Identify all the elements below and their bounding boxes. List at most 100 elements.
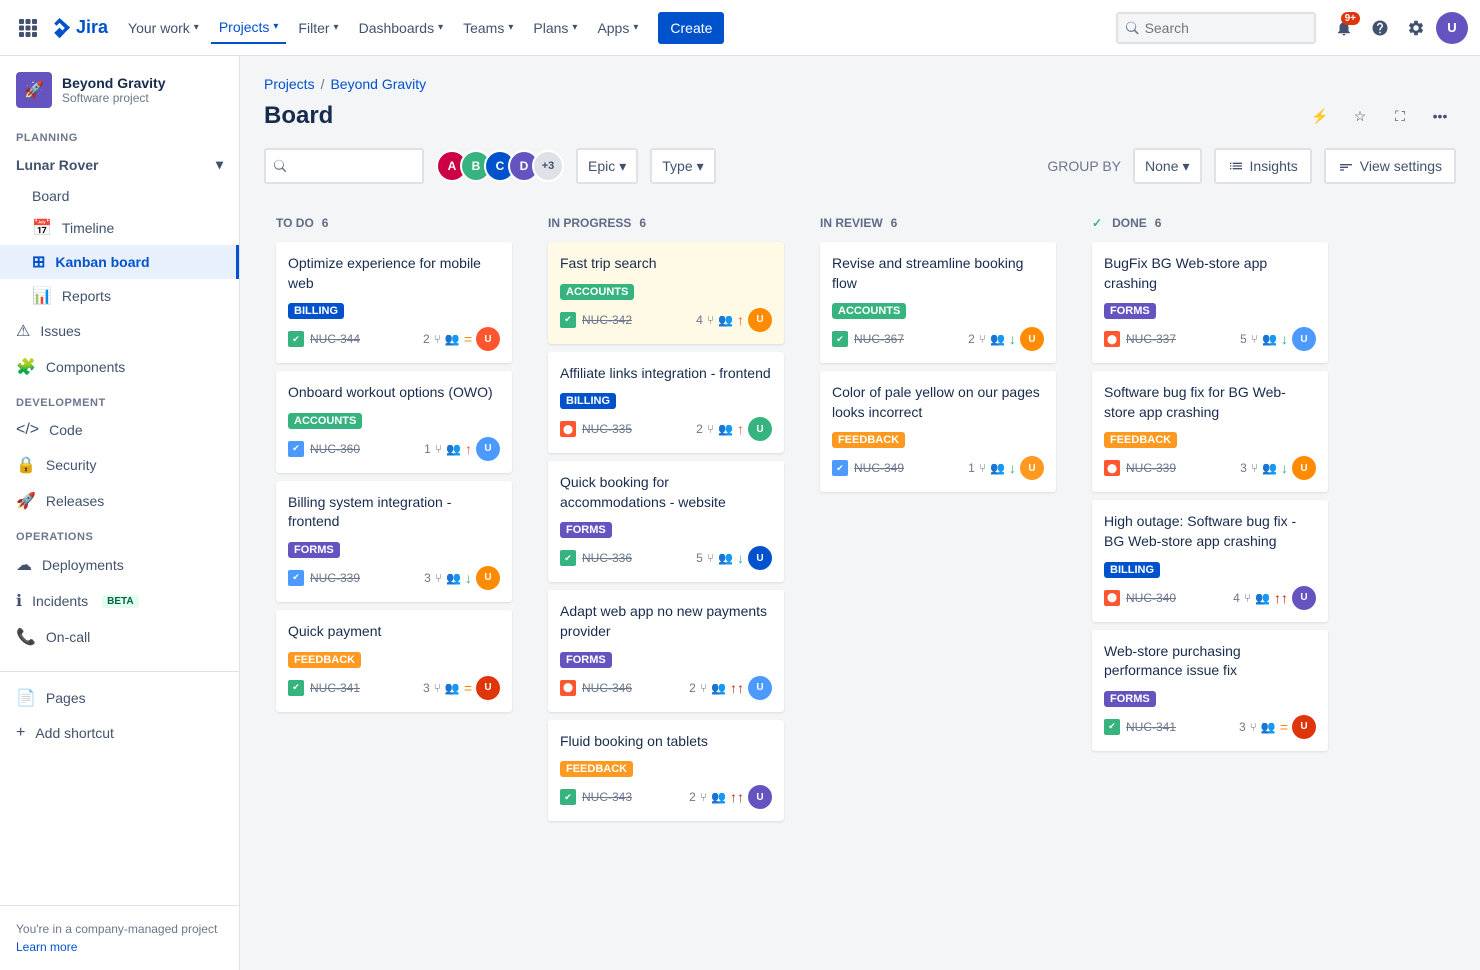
kanban-card[interactable]: BugFix BG Web-store app crashing FORMS ⬤… [1092,242,1328,363]
nav-teams[interactable]: Teams ▾ [455,12,521,44]
kanban-card[interactable]: Adapt web app no new payments provider F… [548,590,784,711]
kanban-card[interactable]: Quick payment FEEDBACK ✔ NUC-341 3 ⑂ 👥 =… [276,610,512,712]
priority-icon: ↑↑ [730,789,744,805]
kanban-card[interactable]: Web-store purchasing performance issue f… [1092,630,1328,751]
people-icon: 👥 [718,313,733,327]
kanban-card[interactable]: Color of pale yellow on our pages looks … [820,371,1056,492]
lightning-icon[interactable]: ⚡ [1304,100,1336,132]
kanban-card[interactable]: Affiliate links integration - frontend B… [548,352,784,454]
view-settings-button[interactable]: View settings [1324,148,1456,184]
card-title: Adapt web app no new payments provider [560,602,772,641]
card-title: Billing system integration - frontend [288,493,500,532]
card-tag: BILLING [560,393,616,409]
project-icon: 🚀 [16,72,52,108]
priority-icon: ↑↑ [730,680,744,696]
breadcrumb-project[interactable]: Beyond Gravity [330,76,426,92]
sidebar-kanban[interactable]: ⊞ Kanban board [0,245,239,279]
card-num: 5 [696,551,703,565]
kanban-card[interactable]: Quick booking for accommodations - websi… [548,461,784,582]
settings-button[interactable] [1400,12,1432,44]
nav-apps[interactable]: Apps ▾ [589,12,646,44]
card-tag: FORMS [288,542,340,558]
board-title: Board [264,102,333,130]
breadcrumb-projects[interactable]: Projects [264,76,315,92]
kanban-card[interactable]: Software bug fix for BG Web-store app cr… [1092,371,1328,492]
sidebar-bottom: You're in a company-managed project Lear… [0,905,239,970]
nav-plans[interactable]: Plans ▾ [525,12,585,44]
sidebar-security[interactable]: 🔒 Security [0,447,239,483]
sidebar-issues[interactable]: ⚠ Issues [0,313,239,349]
sidebar-pages[interactable]: 📄 Pages [0,680,239,716]
col-header-inprogress: IN PROGRESS 6 [548,216,784,230]
branch-icon: ⑂ [1251,332,1258,346]
sidebar-releases[interactable]: 🚀 Releases [0,483,239,519]
sidebar-oncall[interactable]: 📞 On-call [0,619,239,655]
avatar-filter[interactable]: A B C D +3 [436,150,564,182]
card-assignee-avatar: U [1292,715,1316,739]
issue-id: NUC-342 [582,313,632,327]
branch-icon: ⑂ [707,313,714,327]
issue-type-icon: ✔ [288,441,304,457]
card-meta: 5 ⑂ 👥 ↓ U [1240,327,1316,351]
notifications-button[interactable]: 9+ [1328,12,1360,44]
card-meta: 3 ⑂ 👥 ↓ U [424,566,500,590]
sidebar-components[interactable]: 🧩 Components [0,349,239,385]
epic-dropdown[interactable]: Epic ▾ [576,148,638,184]
card-meta: 3 ⑂ 👥 = U [1239,715,1316,739]
kanban-card[interactable]: Fast trip search ACCOUNTS ✔ NUC-342 4 ⑂ … [548,242,784,344]
help-button[interactable] [1364,12,1396,44]
kanban-card[interactable]: Revise and streamline booking flow ACCOU… [820,242,1056,363]
priority-icon: ↓ [1281,460,1288,476]
nav-projects[interactable]: Projects ▾ [211,12,287,44]
sidebar-code[interactable]: </> Code [0,413,239,447]
card-footer: ⬤ NUC-335 2 ⑂ 👥 ↑ U [560,417,772,441]
user-avatar[interactable]: U [1436,12,1468,44]
apps-grid-icon[interactable] [12,12,44,44]
card-tag: ACCOUNTS [288,413,362,429]
search-input[interactable] [1145,20,1306,36]
fullscreen-icon[interactable]: ⛶ [1384,100,1416,132]
col-count: 6 [322,216,329,230]
kanban-column-todo: TO DO 6 Optimize experience for mobile w… [264,204,524,732]
sidebar-lunar-rover[interactable]: Lunar Rover ▾ [0,148,239,181]
kanban-column-done: ✓ DONE 6 BugFix BG Web-store app crashin… [1080,204,1340,771]
col-title: IN REVIEW [820,216,883,230]
board-search[interactable] [264,148,424,184]
sidebar-incidents[interactable]: ℹ Incidents BETA [0,583,239,619]
sidebar-add-shortcut[interactable]: + Add shortcut [0,716,239,750]
create-button[interactable]: Create [658,12,724,44]
learn-more-link[interactable]: Learn more [16,940,223,954]
issue-type-icon: ⬤ [1104,590,1120,606]
nav-filter[interactable]: Filter ▾ [290,12,346,44]
group-by-dropdown[interactable]: None ▾ [1133,148,1202,184]
type-dropdown[interactable]: Type ▾ [650,148,715,184]
star-icon[interactable]: ☆ [1344,100,1376,132]
nav-your-work[interactable]: Your work ▾ [120,12,207,44]
issue-id: NUC-349 [854,461,904,475]
jira-logo[interactable]: Jira [48,16,108,40]
sidebar-board-subitem[interactable]: Board [0,181,239,211]
card-footer: ✔ NUC-349 1 ⑂ 👥 ↓ U [832,456,1044,480]
card-num: 5 [1240,332,1247,346]
card-num: 1 [968,461,975,475]
people-icon: 👥 [711,790,726,804]
sidebar-project-header[interactable]: 🚀 Beyond Gravity Software project [0,56,239,120]
branch-icon: ⑂ [434,332,441,346]
kanban-card[interactable]: Billing system integration - frontend FO… [276,481,512,602]
avatar-more[interactable]: +3 [532,150,564,182]
issue-type-icon: ✔ [288,570,304,586]
global-search[interactable] [1116,12,1316,44]
sidebar-deployments[interactable]: ☁ Deployments [0,547,239,583]
card-title: High outage: Software bug fix - BG Web-s… [1104,512,1316,551]
branch-icon: ⑂ [707,551,714,565]
kanban-card[interactable]: Onboard workout options (OWO) ACCOUNTS ✔… [276,371,512,473]
kanban-card[interactable]: Optimize experience for mobile web BILLI… [276,242,512,363]
kanban-card[interactable]: High outage: Software bug fix - BG Web-s… [1092,500,1328,621]
sidebar-reports[interactable]: 📊 Reports [0,279,239,313]
board-search-input[interactable] [292,158,414,174]
kanban-card[interactable]: Fluid booking on tablets FEEDBACK ✔ NUC-… [548,720,784,822]
more-icon[interactable]: ••• [1424,100,1456,132]
insights-button[interactable]: Insights [1214,148,1312,184]
sidebar-timeline[interactable]: 📅 Timeline [0,211,239,245]
nav-dashboards[interactable]: Dashboards ▾ [351,12,452,44]
